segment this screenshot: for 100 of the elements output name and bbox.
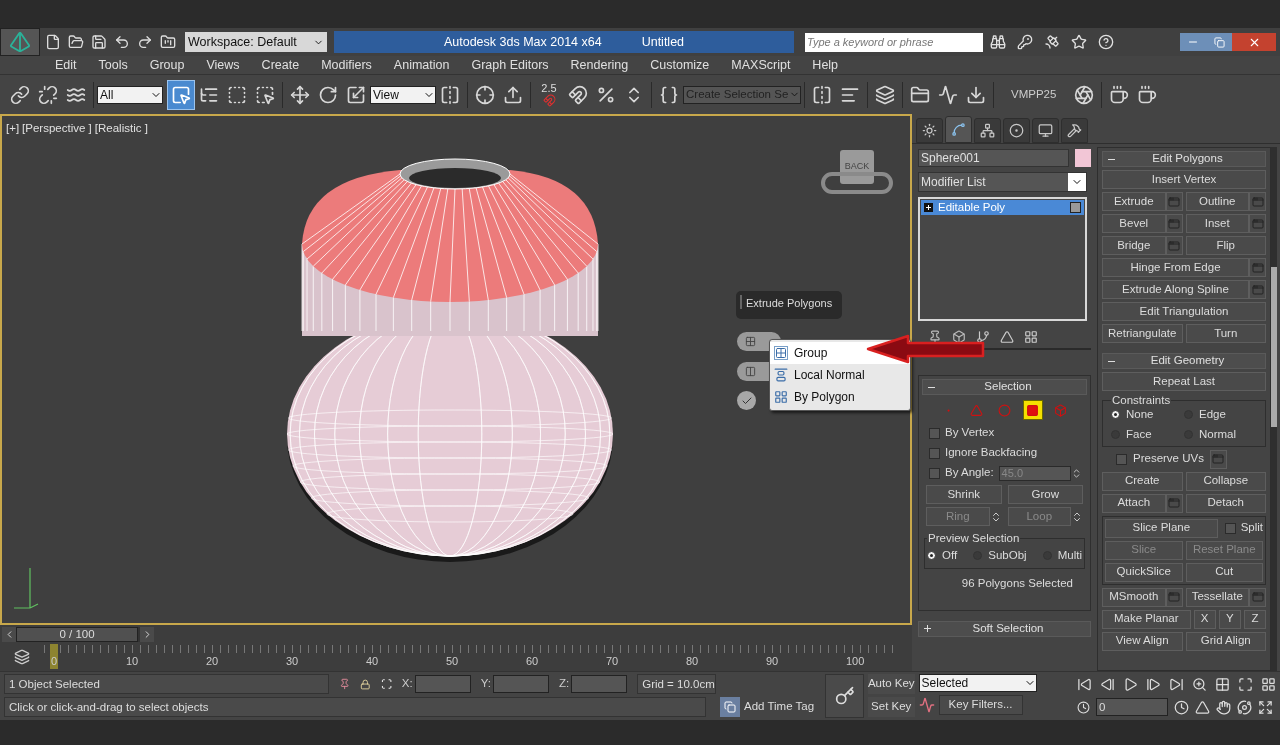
- skip-forward-icon[interactable]: [1169, 676, 1184, 692]
- coordinate-field[interactable]: [571, 675, 628, 693]
- checkbox[interactable]: [1224, 522, 1236, 534]
- pin-icon[interactable]: [338, 677, 350, 691]
- track-bar[interactable]: 0 10 20 30 40 50 60 70 80 90 100: [44, 643, 894, 671]
- previous-frame-button[interactable]: [2, 626, 16, 642]
- clock-icon[interactable]: [1174, 699, 1189, 715]
- pan-icon[interactable]: [1216, 699, 1231, 715]
- angle-snap-button[interactable]: 2.5: [534, 79, 564, 110]
- new-file-icon[interactable]: [45, 34, 61, 50]
- panel-button[interactable]: Turn: [1185, 324, 1266, 343]
- play-icon[interactable]: [1123, 676, 1138, 692]
- maximize-icon[interactable]: [1258, 699, 1273, 715]
- selection-level-button[interactable]: [1022, 400, 1043, 420]
- viewport-label[interactable]: [Perspective ]: [22, 120, 92, 138]
- zoom-icon[interactable]: [1192, 676, 1207, 692]
- radio-option[interactable]: Edge: [1184, 406, 1257, 424]
- panel-button[interactable]: Collapse: [1185, 471, 1266, 491]
- checkbox[interactable]: [929, 427, 940, 439]
- panel-button[interactable]: Attach: [1102, 493, 1166, 513]
- panel-button[interactable]: Z: [1243, 609, 1266, 629]
- redo-icon[interactable]: [137, 34, 153, 50]
- coordinate-field[interactable]: [492, 675, 549, 693]
- menu-item[interactable]: Rendering: [570, 55, 629, 75]
- checkbox[interactable]: [1116, 453, 1127, 465]
- rollout-header[interactable]: Selection: [922, 379, 1087, 395]
- panel-button[interactable]: Y: [1218, 609, 1241, 629]
- rollout-header[interactable]: Soft Selection: [918, 620, 1091, 637]
- panel-button[interactable]: Bridge: [1102, 236, 1166, 255]
- menu-item[interactable]: Animation: [393, 55, 450, 75]
- panel-button[interactable]: Insert Vertex: [1102, 170, 1266, 189]
- command-tab[interactable]: [1061, 118, 1088, 143]
- panel-button[interactable]: Extrude: [1102, 192, 1166, 211]
- panel-button[interactable]: Flip: [1185, 236, 1266, 255]
- step-forward-icon[interactable]: [1146, 676, 1161, 692]
- workspace-dropdown[interactable]: Workspace: Default: [185, 32, 327, 52]
- lock-icon[interactable]: [360, 677, 371, 691]
- panel-button[interactable]: Inset: [1185, 214, 1249, 233]
- rollout-header[interactable]: Edit Polygons: [1102, 151, 1266, 167]
- object-name-field[interactable]: Sphere001: [918, 149, 1069, 167]
- panel-button[interactable]: Bevel: [1102, 214, 1166, 233]
- command-tab[interactable]: [974, 118, 1001, 143]
- panel-button[interactable]: Extrude Along Spline: [1102, 280, 1249, 299]
- key-icon[interactable]: [1017, 34, 1033, 50]
- menu-item[interactable]: Help: [812, 55, 839, 75]
- auto-key-button[interactable]: Auto Key: [867, 674, 915, 694]
- key-filters-button[interactable]: Key Filters...: [938, 695, 1023, 715]
- panel-button[interactable]: Create: [1102, 471, 1183, 491]
- next-frame-button[interactable]: [140, 626, 154, 642]
- command-tab[interactable]: [1032, 118, 1059, 143]
- stack-item[interactable]: Editable Poly: [921, 200, 1084, 215]
- panel-button[interactable]: Retriangulate: [1102, 324, 1183, 343]
- panel-button[interactable]: Grid Align: [1185, 631, 1266, 651]
- time-tag-label[interactable]: Add Time Tag: [744, 698, 815, 716]
- pin-icon[interactable]: [928, 330, 942, 344]
- panel-button[interactable]: Repeat Last: [1102, 372, 1266, 391]
- menu-item[interactable]: Views: [206, 55, 240, 75]
- panel-button[interactable]: Outline: [1185, 192, 1249, 211]
- panel-button[interactable]: QuickSlice: [1105, 562, 1183, 582]
- viewport-label[interactable]: [Realistic ]: [94, 120, 148, 138]
- radio-option[interactable]: None: [1111, 406, 1184, 424]
- panel-button[interactable]: Slice Plane: [1105, 518, 1218, 538]
- menu-item[interactable]: By Polygon: [770, 386, 910, 408]
- undo-icon[interactable]: [114, 34, 130, 50]
- rollout-header[interactable]: Edit Geometry: [1102, 353, 1266, 369]
- viewport-label[interactable]: [+]: [6, 120, 20, 138]
- frame-field[interactable]: 0: [1096, 698, 1168, 716]
- binoculars-icon[interactable]: [990, 34, 1006, 50]
- viewcube[interactable]: BACK: [820, 150, 894, 210]
- object-color-swatch[interactable]: [1075, 149, 1091, 167]
- step-back-icon[interactable]: [1100, 676, 1115, 692]
- save-icon[interactable]: [91, 34, 107, 50]
- transform-mode-icon[interactable]: [380, 677, 392, 691]
- menu-item[interactable]: Create: [261, 55, 300, 75]
- star-icon[interactable]: [1071, 34, 1087, 50]
- panel-button[interactable]: Grow: [1007, 485, 1083, 504]
- radio-option[interactable]: Multi: [1042, 547, 1082, 565]
- menu-item[interactable]: Modifiers: [321, 55, 372, 75]
- selection-filter-dropdown[interactable]: All: [97, 85, 163, 104]
- folder-icon[interactable]: [68, 34, 84, 50]
- command-tab[interactable]: [916, 118, 943, 143]
- panel-button[interactable]: Tessellate: [1185, 587, 1249, 607]
- panel-button[interactable]: Detach: [1185, 493, 1266, 513]
- command-tab[interactable]: [1003, 118, 1030, 143]
- menu-item[interactable]: Edit: [55, 55, 77, 75]
- panel-button[interactable]: Shrink: [926, 485, 1002, 504]
- menu-item[interactable]: Customize: [650, 55, 710, 75]
- close-button[interactable]: [1232, 33, 1276, 51]
- radio-option[interactable]: Face: [1111, 426, 1184, 444]
- project-folder-icon[interactable]: [160, 34, 176, 50]
- satellite-icon[interactable]: [1044, 34, 1060, 50]
- skip-back-icon[interactable]: [1077, 676, 1092, 692]
- checkbox[interactable]: [929, 447, 940, 459]
- key-mode-dropdown[interactable]: Selected: [918, 674, 1037, 692]
- reference-coordinate-dropdown[interactable]: View: [370, 85, 436, 104]
- radio-option[interactable]: SubObj: [973, 547, 1027, 565]
- plus-icon[interactable]: [924, 625, 931, 632]
- time-tag-button[interactable]: [720, 697, 740, 717]
- panel-button[interactable]: Cut: [1185, 562, 1263, 582]
- panel-button[interactable]: Hinge From Edge: [1102, 258, 1249, 277]
